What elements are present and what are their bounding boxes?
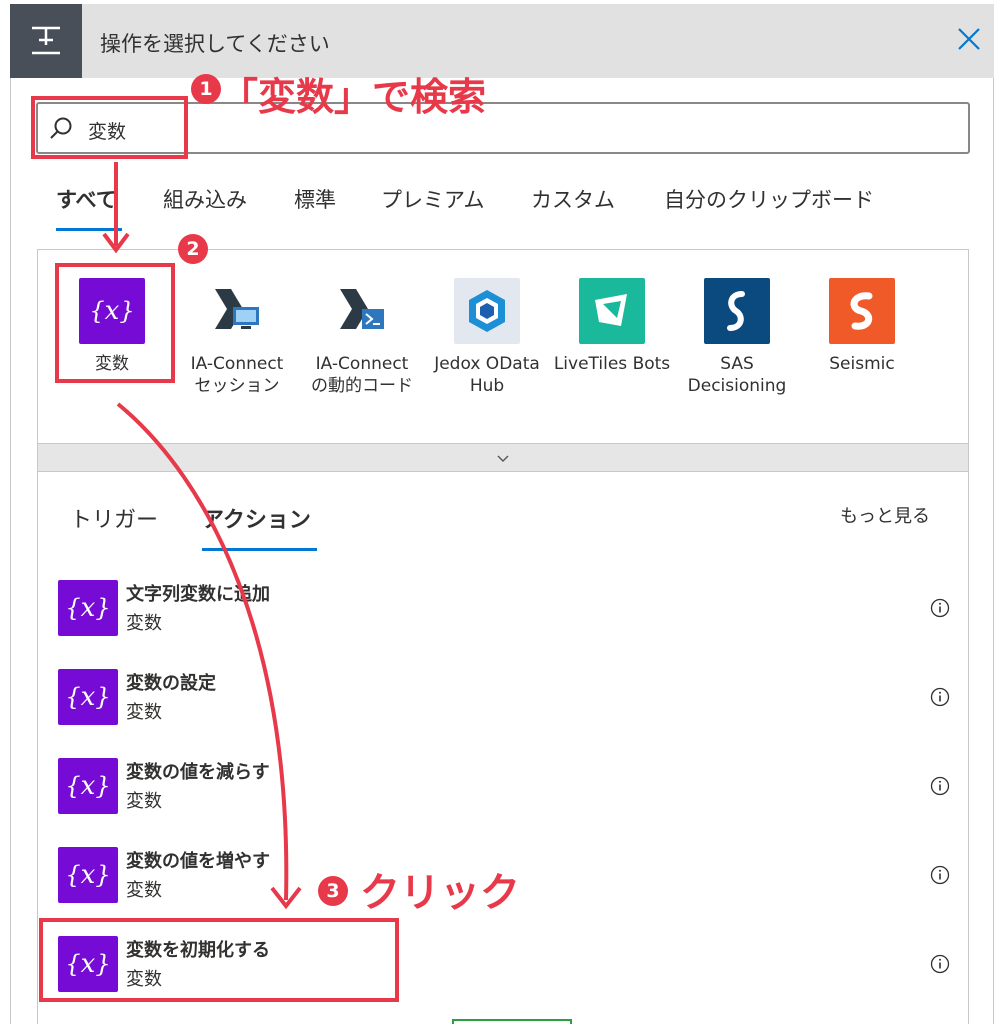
action-item[interactable]: {x} 変数の設定 変数: [58, 669, 958, 729]
connector-sas-decisioning[interactable]: [704, 278, 770, 344]
ia-connect-dynamic-code-icon: [340, 289, 384, 329]
connector-livetiles-label: LiveTiles Bots: [553, 354, 671, 374]
annotation-step1-text: 「変数」で検索: [220, 75, 487, 119]
action-subtitle: 変数: [126, 613, 162, 634]
variable-icon: {x}: [58, 758, 118, 814]
jedox-icon: [469, 290, 505, 332]
action-title: 変数の設定: [126, 673, 216, 694]
tab-builtin[interactable]: 組み込み: [163, 184, 247, 214]
action-title: 文字列変数に追加: [126, 584, 270, 605]
connector-ia-connect-session[interactable]: [204, 278, 270, 344]
action-item[interactable]: {x} 文字列変数に追加 変数: [58, 580, 958, 640]
info-icon[interactable]: [930, 776, 950, 796]
info-icon[interactable]: [930, 865, 950, 885]
tab-actions[interactable]: アクション: [202, 502, 311, 534]
connector-sas-line2: Decisioning: [687, 376, 787, 396]
action-subtitle: 変数: [126, 702, 162, 723]
connector-ia-connect-dynamic-code-line2: の動的コード: [311, 376, 413, 396]
connector-livetiles-bots[interactable]: [579, 278, 645, 344]
action-subtitle: 変数: [126, 791, 162, 812]
annotation-box-search: [31, 96, 188, 159]
connector-jedox-odata-hub[interactable]: [454, 278, 520, 344]
tab-my-clipboard[interactable]: 自分のクリップボード: [664, 184, 874, 214]
connector-jedox-line2: Hub: [469, 376, 505, 396]
connector-seismic-label: Seismic: [829, 354, 895, 374]
tab-actions-underline: [202, 548, 317, 551]
see-more-link[interactable]: もっと見る: [840, 502, 930, 528]
annotation-box-action: [39, 918, 399, 1002]
connector-sas-line1: SAS: [720, 354, 754, 374]
dialog-header: 操作を選択してください: [10, 4, 994, 78]
action-title: 変数の値を増やす: [126, 851, 270, 872]
tab-all-underline: [56, 228, 122, 231]
action-subtitle: 変数: [126, 880, 162, 901]
variable-icon: {x}: [58, 847, 118, 903]
chevron-down-icon: [497, 455, 509, 462]
seismic-icon: [850, 292, 873, 330]
action-item[interactable]: {x} 変数の値を減らす 変数: [58, 758, 958, 818]
annotation-badge-2: 2: [178, 234, 208, 264]
action-title: 変数の値を減らす: [126, 762, 270, 783]
tab-custom[interactable]: カスタム: [531, 184, 615, 214]
connector-seismic[interactable]: [829, 278, 895, 344]
annotation-badge-3: 3: [318, 876, 348, 906]
expand-connectors-button[interactable]: [37, 443, 969, 472]
info-icon[interactable]: [930, 598, 950, 618]
tab-standard[interactable]: 標準: [294, 184, 336, 214]
livetiles-icon: [595, 294, 627, 326]
variable-icon: {x}: [58, 580, 118, 636]
dialog-title: 操作を選択してください: [100, 32, 330, 56]
close-icon[interactable]: [956, 26, 982, 52]
variable-icon: {x}: [58, 669, 118, 725]
sas-icon: [727, 291, 745, 331]
tab-all[interactable]: すべて: [56, 184, 117, 214]
ia-connect-session-icon: [215, 289, 259, 329]
annotation-step3-text: クリック: [360, 870, 520, 916]
next-action-preview: [452, 1019, 572, 1024]
connector-jedox-line1: Jedox OData: [434, 354, 540, 374]
connector-ia-connect-dynamic-code-line1: IA-Connect: [315, 354, 409, 374]
info-icon[interactable]: [930, 954, 950, 974]
annotation-badge-1: 1: [191, 74, 221, 104]
connector-ia-connect-dynamic-code[interactable]: [329, 278, 395, 344]
info-icon[interactable]: [930, 687, 950, 707]
action-step-icon: [10, 4, 82, 78]
tab-premium[interactable]: プレミアム: [381, 184, 485, 214]
annotation-box-connector: [55, 263, 175, 383]
connector-ia-connect-session-line1: IA-Connect: [190, 354, 284, 374]
tab-triggers[interactable]: トリガー: [70, 502, 158, 534]
connector-ia-connect-session-line2: セッション: [194, 376, 280, 396]
